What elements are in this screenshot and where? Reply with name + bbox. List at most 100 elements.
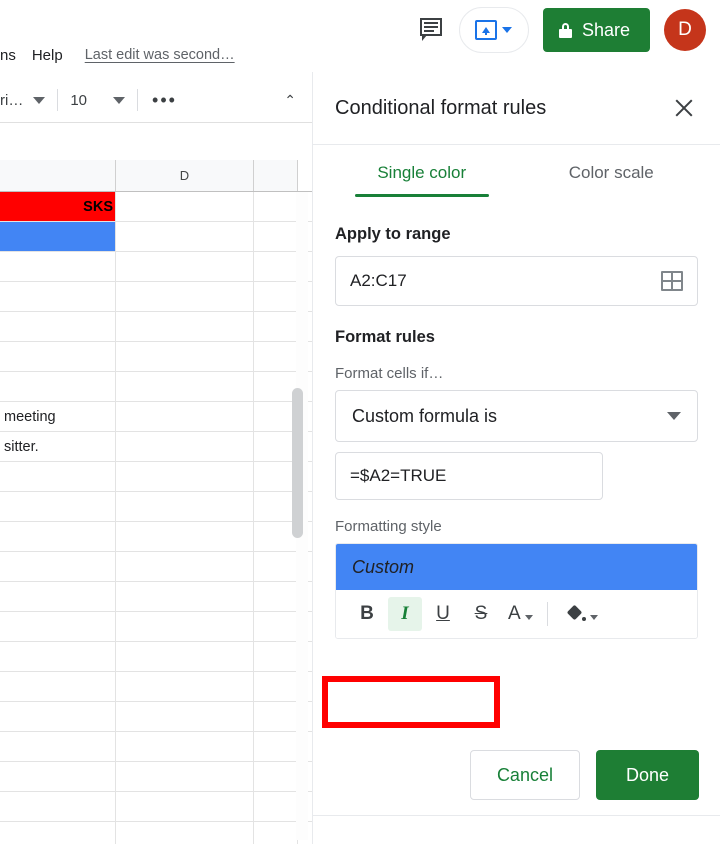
grid-cell[interactable]	[116, 492, 254, 521]
grid-cell[interactable]: SKS	[0, 192, 116, 221]
close-icon[interactable]	[670, 94, 698, 122]
grid-cell[interactable]	[254, 702, 298, 731]
grid-cell[interactable]	[116, 372, 254, 401]
table-row	[0, 822, 312, 844]
range-input[interactable]: A2:C17	[335, 256, 698, 306]
menu-item-help[interactable]: Help	[24, 43, 71, 68]
grid-cell[interactable]	[254, 792, 298, 821]
grid-cell[interactable]	[116, 312, 254, 341]
grid-cell[interactable]	[0, 312, 116, 341]
done-button[interactable]: Done	[595, 750, 699, 800]
formatting-style-label: Formatting style	[335, 518, 442, 535]
grid-cell[interactable]	[116, 522, 254, 551]
grid-cell[interactable]	[0, 672, 116, 701]
grid-cell[interactable]	[254, 282, 298, 311]
present-button[interactable]	[458, 7, 529, 53]
underline-button[interactable]: U	[426, 597, 460, 631]
font-name-dropdown[interactable]: ri…	[0, 92, 46, 109]
grid-cell[interactable]	[0, 252, 116, 281]
grid-cell[interactable]	[116, 672, 254, 701]
grid-cell[interactable]	[116, 792, 254, 821]
table-row: meeting	[0, 402, 312, 432]
grid-cell[interactable]	[116, 192, 254, 221]
font-size-dropdown[interactable]: 10	[70, 92, 126, 109]
strikethrough-button[interactable]: S	[464, 597, 498, 631]
avatar[interactable]: D	[664, 9, 706, 51]
last-edit-status[interactable]: Last edit was second…	[85, 47, 235, 63]
grid-cell[interactable]	[0, 642, 116, 671]
tab-color-scale[interactable]: Color scale	[517, 145, 707, 203]
grid-cell[interactable]	[254, 822, 298, 844]
grid-cell[interactable]	[254, 582, 298, 611]
custom-formula-input[interactable]: =$A2=TRUE	[335, 452, 603, 500]
grid-cell[interactable]	[0, 822, 116, 844]
grid-cell[interactable]	[0, 792, 116, 821]
grid-cell[interactable]	[116, 552, 254, 581]
format-rules-label: Format rules	[335, 328, 435, 346]
grid-cell[interactable]	[0, 762, 116, 791]
grid-cell[interactable]	[116, 612, 254, 641]
grid-cell[interactable]	[254, 222, 298, 251]
condition-select[interactable]: Custom formula is	[335, 390, 698, 442]
grid-cell[interactable]	[254, 612, 298, 641]
grid-cell[interactable]	[0, 222, 116, 251]
grid-cell[interactable]	[254, 552, 298, 581]
grid-cell[interactable]	[0, 462, 116, 491]
fill-color-button[interactable]	[566, 604, 598, 623]
table-row	[0, 462, 312, 492]
grid-cell[interactable]	[254, 642, 298, 671]
cancel-button[interactable]: Cancel	[469, 750, 580, 800]
grid-cell[interactable]	[116, 222, 254, 251]
grid-cell[interactable]	[254, 192, 298, 221]
grid-cell[interactable]: meeting	[0, 402, 116, 431]
menu-item-extensions-clipped[interactable]: ns	[0, 43, 24, 68]
grid-cell[interactable]	[0, 552, 116, 581]
grid-cell[interactable]	[116, 762, 254, 791]
grid-cell[interactable]	[116, 582, 254, 611]
grid-cell[interactable]	[254, 762, 298, 791]
comment-icon[interactable]	[419, 18, 445, 42]
grid-cell[interactable]	[0, 342, 116, 371]
text-color-button[interactable]: A	[508, 603, 533, 625]
grid-cell[interactable]	[116, 252, 254, 281]
more-options-icon[interactable]: •••	[152, 91, 177, 109]
grid-cell[interactable]	[116, 462, 254, 491]
vertical-scrollbar-thumb[interactable]	[292, 388, 303, 538]
text-color-label: A	[508, 603, 521, 624]
vertical-scrollbar-track[interactable]	[292, 192, 308, 840]
panel-body: Apply to range A2:C17 Format rules Forma…	[313, 225, 720, 639]
grid-cell[interactable]	[0, 492, 116, 521]
grid-cell[interactable]	[0, 372, 116, 401]
column-header-c[interactable]	[0, 160, 116, 191]
grid-cell[interactable]	[254, 252, 298, 281]
grid-cell[interactable]	[0, 732, 116, 761]
select-range-icon[interactable]	[661, 271, 683, 291]
grid-cell[interactable]	[254, 732, 298, 761]
grid-cell[interactable]	[254, 312, 298, 341]
column-header-d[interactable]: D	[116, 160, 254, 191]
chevron-down-icon	[113, 96, 126, 104]
grid-cell[interactable]	[116, 732, 254, 761]
grid-cell[interactable]	[116, 702, 254, 731]
bold-button[interactable]: B	[350, 597, 384, 631]
italic-button[interactable]: I	[388, 597, 422, 631]
grid-cell[interactable]	[116, 822, 254, 844]
grid-cell[interactable]	[0, 702, 116, 731]
column-header-e[interactable]	[254, 160, 298, 191]
grid-cell[interactable]	[116, 432, 254, 461]
chevron-down-icon[interactable]	[502, 27, 513, 33]
tab-single-color[interactable]: Single color	[327, 145, 517, 203]
grid-cell[interactable]	[116, 402, 254, 431]
grid-cell[interactable]	[254, 672, 298, 701]
grid-cell[interactable]	[0, 612, 116, 641]
grid-cell[interactable]	[0, 282, 116, 311]
grid-cell[interactable]	[116, 282, 254, 311]
grid-cell[interactable]: sitter.	[0, 432, 116, 461]
grid-cell[interactable]	[116, 342, 254, 371]
collapse-toolbar-icon[interactable]: ⌃	[284, 92, 296, 109]
share-button[interactable]: Share	[542, 8, 650, 52]
grid-cell[interactable]	[0, 582, 116, 611]
grid-cell[interactable]	[0, 522, 116, 551]
grid-cell[interactable]	[254, 342, 298, 371]
grid-cell[interactable]	[116, 642, 254, 671]
